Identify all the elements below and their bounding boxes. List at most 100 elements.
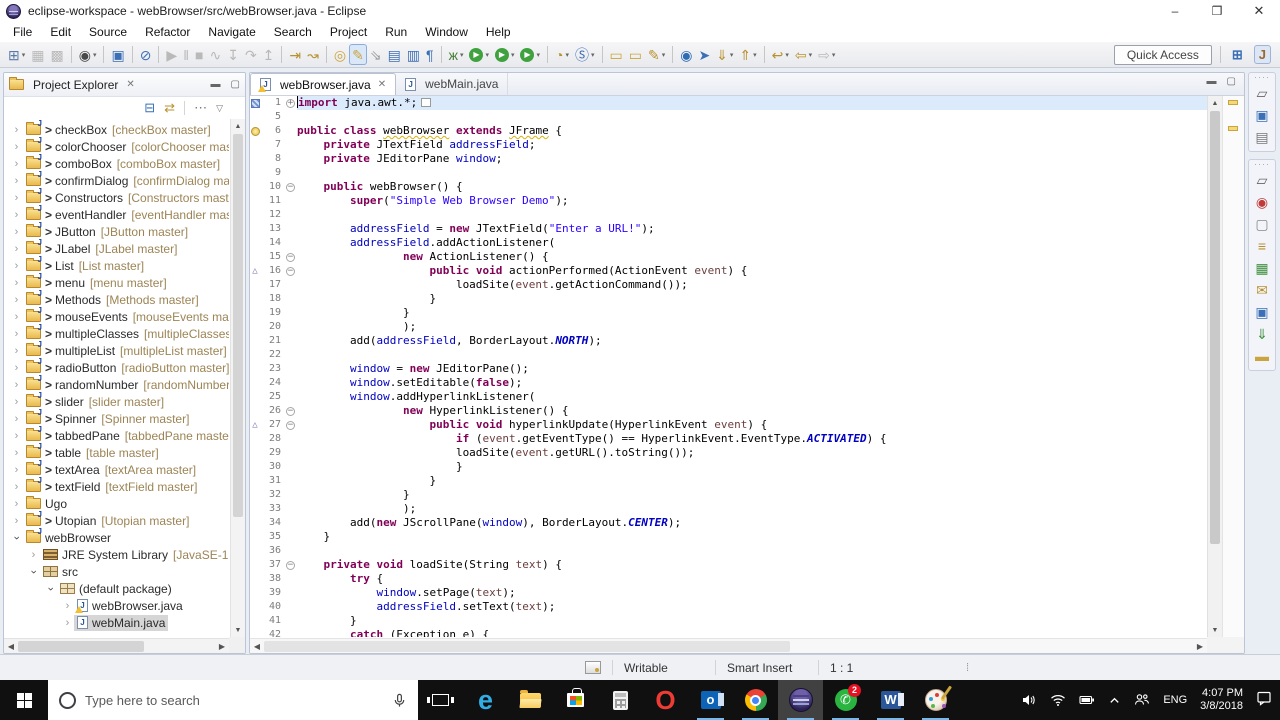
view-menu-icon[interactable]: ▽ bbox=[216, 103, 223, 114]
code-line-35[interactable]: 35 } bbox=[250, 530, 1207, 544]
wifi-icon[interactable] bbox=[1050, 692, 1066, 708]
step-over-button[interactable]: ↷ bbox=[242, 44, 260, 65]
chevron-right-icon[interactable]: › bbox=[10, 345, 23, 357]
new-wizard-button[interactable]: ⊞ ▾ bbox=[5, 44, 28, 65]
warning-marker[interactable] bbox=[1228, 100, 1238, 105]
filters-view-icon[interactable]: ≡ bbox=[1251, 236, 1273, 256]
chevron-right-icon[interactable]: › bbox=[10, 498, 23, 510]
fold-expand-icon[interactable]: + bbox=[286, 98, 295, 108]
chevron-right-icon[interactable]: › bbox=[10, 158, 23, 170]
code-line-13[interactable]: 13 addressField = new JTextField("Enter … bbox=[250, 222, 1207, 236]
chevron-right-icon[interactable]: › bbox=[10, 141, 23, 153]
scrollbar-thumb[interactable] bbox=[18, 640, 144, 652]
code-line-41[interactable]: 41 } bbox=[250, 614, 1207, 628]
open-console-button[interactable]: ▣ bbox=[108, 44, 127, 65]
code-line-38[interactable]: 38 try { bbox=[250, 572, 1207, 586]
code-line-33[interactable]: 33 ); bbox=[250, 502, 1207, 516]
chevron-right-icon[interactable]: › bbox=[10, 192, 23, 204]
scroll-up-icon[interactable]: ▲ bbox=[231, 119, 245, 133]
push-button[interactable]: ⇑ ▾ bbox=[736, 44, 759, 65]
code-line-39[interactable]: 39 window.setPage(text); bbox=[250, 586, 1207, 600]
menu-search[interactable]: Search bbox=[265, 23, 321, 41]
chevron-right-icon[interactable]: › bbox=[10, 379, 23, 391]
minimize-button[interactable]: – bbox=[1154, 0, 1196, 22]
tasks-view-icon[interactable]: ▢ bbox=[1251, 214, 1273, 234]
chevron-right-icon[interactable]: › bbox=[10, 464, 23, 476]
restore-pane-2-icon[interactable]: ▱ bbox=[1251, 170, 1273, 190]
taskbar-word-button[interactable]: W bbox=[868, 680, 913, 720]
quick-access-button[interactable]: Quick Access bbox=[1113, 44, 1212, 65]
tree-item-webbrowser-java[interactable]: › webBrowser.java bbox=[4, 597, 229, 614]
code-line-12[interactable]: 12 bbox=[250, 208, 1207, 222]
synchronize-button[interactable]: Ⓢ ▾ bbox=[572, 44, 598, 65]
editor-vertical-scrollbar[interactable]: ▲ ▼ bbox=[1207, 96, 1222, 637]
taskbar-clock[interactable]: 4:07 PM 3/8/2018 bbox=[1200, 687, 1243, 713]
battery-icon[interactable] bbox=[1079, 692, 1095, 708]
code-editor[interactable]: 1 + import java.awt.*; 5 6 public class webBr… bbox=[250, 96, 1207, 637]
code-line-25[interactable]: 25 window.addHyperlinkListener( bbox=[250, 390, 1207, 404]
code-line-36[interactable]: 36 bbox=[250, 544, 1207, 558]
code-line-18[interactable]: 18 } bbox=[250, 292, 1207, 306]
code-line-26[interactable]: 26− new HyperlinkListener() { bbox=[250, 404, 1207, 418]
open-perspective-button[interactable]: ⊞ bbox=[1227, 45, 1248, 65]
scroll-left-icon[interactable]: ◀ bbox=[4, 642, 18, 651]
close-tab-icon[interactable]: ✕ bbox=[378, 79, 386, 90]
minimize-view-icon[interactable]: ▬ bbox=[211, 79, 221, 90]
chevron-right-icon[interactable]: › bbox=[10, 226, 23, 238]
code-line-24[interactable]: 24 window.setEditable(false); bbox=[250, 376, 1207, 390]
code-line-29[interactable]: 29 loadSite(event.getURL().toString()); bbox=[250, 446, 1207, 460]
restore-button[interactable]: ❒ bbox=[1196, 0, 1238, 22]
resume-button[interactable]: ▶ bbox=[163, 44, 180, 65]
taskbar-whatsapp-button[interactable]: ✆ 2 bbox=[823, 680, 868, 720]
menu-run[interactable]: Run bbox=[376, 23, 416, 41]
taskbar-outlook-button[interactable]: o bbox=[688, 680, 733, 720]
package-view-icon[interactable]: ▦ bbox=[1251, 258, 1273, 278]
code-line-6[interactable]: 6 public class webBrowser extends JFrame … bbox=[250, 124, 1207, 138]
fold-collapse-icon[interactable]: − bbox=[286, 266, 295, 276]
launch-client-button[interactable]: ➤ bbox=[695, 44, 713, 65]
code-line-23[interactable]: 23 window = new JEditorPane(); bbox=[250, 362, 1207, 376]
taskbar-edge-button[interactable]: e bbox=[463, 680, 508, 720]
annotate-button[interactable]: ✎ ▾ bbox=[645, 44, 668, 65]
chevron-right-icon[interactable]: › bbox=[61, 617, 74, 629]
outline-view-icon[interactable]: ▣ bbox=[1251, 105, 1273, 125]
chevron-right-icon[interactable]: › bbox=[10, 260, 23, 272]
code-line-8[interactable]: 8 private JEditorPane window; bbox=[250, 152, 1207, 166]
chevron-right-icon[interactable]: › bbox=[27, 549, 40, 561]
volume-icon[interactable] bbox=[1021, 692, 1037, 708]
taskbar-file-explorer-button[interactable] bbox=[508, 680, 553, 720]
menu-window[interactable]: Window bbox=[416, 23, 477, 41]
explorer-horizontal-scrollbar[interactable]: ◀ ▶ bbox=[4, 638, 229, 653]
use-step-filters-button[interactable]: ⇥ bbox=[286, 44, 304, 65]
menu-help[interactable]: Help bbox=[477, 23, 520, 41]
taskbar-paint-button[interactable] bbox=[913, 680, 958, 720]
forward-button[interactable]: ⇨ ▾ bbox=[815, 44, 838, 65]
editor-tab-webbrowser-java[interactable]: webBrowser.java ✕ bbox=[250, 73, 397, 95]
code-line-7[interactable]: 7 private JTextField addressField; bbox=[250, 138, 1207, 152]
chevron-up-icon[interactable] bbox=[1108, 694, 1121, 707]
code-line-22[interactable]: 22 bbox=[250, 348, 1207, 362]
view-close-icon[interactable]: ✕ bbox=[126, 79, 134, 90]
collapse-all-icon[interactable]: ⊟ bbox=[144, 100, 155, 116]
chevron-right-icon[interactable]: › bbox=[10, 413, 23, 425]
code-line-31[interactable]: 31 } bbox=[250, 474, 1207, 488]
tree-item-default-package[interactable]: › (default package) bbox=[4, 580, 229, 597]
close-button[interactable]: ✕ bbox=[1238, 0, 1280, 22]
chevron-right-icon[interactable]: › bbox=[10, 209, 23, 221]
editor-tab-webmain-java[interactable]: webMain.java bbox=[396, 73, 509, 95]
code-line-28[interactable]: 28 if (event.getEventType() == Hyperlink… bbox=[250, 432, 1207, 446]
code-line-20[interactable]: 20 ); bbox=[250, 320, 1207, 334]
chevron-right-icon[interactable]: › bbox=[10, 124, 23, 136]
back-history-button[interactable]: ↩ ▾ bbox=[769, 44, 792, 65]
taskbar-search[interactable]: Type here to search bbox=[48, 680, 418, 720]
scroll-left-icon[interactable]: ◀ bbox=[250, 642, 264, 651]
menu-project[interactable]: Project bbox=[321, 23, 376, 41]
minimize-editor-icon[interactable]: ▬ bbox=[1207, 76, 1217, 87]
menu-navigate[interactable]: Navigate bbox=[199, 23, 264, 41]
eclipse-logo-icon[interactable] bbox=[6, 3, 21, 19]
user-account-button[interactable]: ◉ ▾ bbox=[76, 44, 100, 65]
code-line-16[interactable]: △ 16− public void actionPerformed(ActionE… bbox=[250, 264, 1207, 278]
chevron-right-icon[interactable]: › bbox=[10, 447, 23, 459]
taskbar-calculator-button[interactable] bbox=[598, 680, 643, 720]
menu-edit[interactable]: Edit bbox=[41, 23, 80, 41]
